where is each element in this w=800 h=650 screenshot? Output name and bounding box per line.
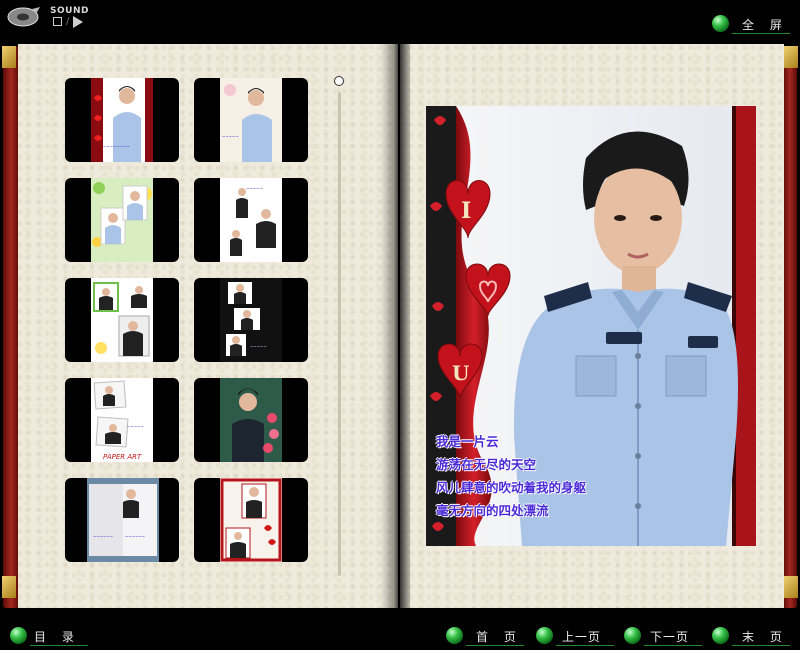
- bottom-navbar: 目 录 首 页 上一页 下一页 末 页: [0, 614, 800, 650]
- thumb-3[interactable]: [65, 178, 179, 262]
- underline: [644, 645, 702, 646]
- poem-line: 毫无方向的四处漂流: [436, 503, 549, 518]
- thumbnail-scroll-track[interactable]: [338, 92, 341, 576]
- fullscreen-label: 全 屏: [742, 18, 788, 32]
- svg-text:~~~~~: ~~~~~: [127, 424, 144, 429]
- svg-text:~~~~~~: ~~~~~~: [93, 534, 113, 539]
- thumbnail-image: ~~~~~: [220, 78, 282, 162]
- contents-button[interactable]: 目 录: [10, 626, 88, 646]
- thumbnail-image: ~~~~~~~~: [91, 78, 153, 162]
- corner-ornament: [2, 46, 16, 68]
- thumb-2[interactable]: ~~~~~: [194, 78, 308, 162]
- svg-text:U: U: [452, 361, 469, 385]
- corner-ornament: [784, 576, 798, 598]
- underline: [556, 645, 614, 646]
- next-page-button[interactable]: 下一页: [624, 626, 702, 646]
- book-cover-left: [3, 46, 19, 608]
- first-page-button[interactable]: 首 页: [446, 626, 524, 646]
- prev-page-button[interactable]: 上一页: [536, 626, 614, 646]
- svg-text:~~~~~: ~~~~~: [246, 186, 263, 191]
- last-page-button[interactable]: 末 页: [712, 626, 790, 646]
- thumb-8[interactable]: [194, 378, 308, 462]
- svg-text:I: I: [461, 198, 471, 224]
- thumbnail-image: [91, 178, 153, 262]
- green-orb-icon: [10, 627, 27, 644]
- thumb-5[interactable]: [65, 278, 179, 362]
- poem-line: 我是一片云: [436, 434, 499, 449]
- poem-text: 我是一片云 游荡在无尽的天空 风儿肆意的吹动着我的身躯 毫无方向的四处漂流: [436, 430, 586, 522]
- prev-page-label: 上一页: [562, 630, 602, 644]
- green-orb-icon: [712, 627, 729, 644]
- poem-line: 风儿肆意的吹动着我的身躯: [436, 480, 587, 495]
- thumbnail-image: [91, 278, 153, 362]
- thumbnail-image: [220, 478, 282, 562]
- thumb-9[interactable]: ~~~~~~ ~~~~~~: [65, 478, 179, 562]
- corner-ornament: [784, 46, 798, 68]
- green-orb-icon: [446, 627, 463, 644]
- thumb-6[interactable]: ~~~~~: [194, 278, 308, 362]
- first-page-label: 首 页: [476, 630, 522, 644]
- svg-text:~~~~~: ~~~~~: [222, 134, 239, 139]
- underline: [732, 645, 790, 646]
- underline: [466, 645, 524, 646]
- thumb-10[interactable]: [194, 478, 308, 562]
- green-orb-icon: [712, 15, 729, 32]
- play-sound-button[interactable]: [73, 16, 83, 28]
- book-gutter: [380, 44, 410, 608]
- thumb-1[interactable]: ~~~~~~~~: [65, 78, 179, 162]
- stop-sound-button[interactable]: [53, 17, 62, 26]
- green-orb-icon: [536, 627, 553, 644]
- fullscreen-button[interactable]: 全 屏: [712, 14, 790, 34]
- top-toolbar: SOUND / 全 屏: [0, 0, 800, 44]
- book-cover-right: [783, 46, 797, 608]
- underline: [30, 645, 88, 646]
- underline: [732, 33, 790, 34]
- music-disc-icon: [7, 7, 40, 27]
- thumb-7[interactable]: ~~~~~ PAPER ART: [65, 378, 179, 462]
- thumbnail-scroll-knob[interactable]: [334, 76, 344, 86]
- thumbnail-image: ~~~~~: [220, 178, 282, 262]
- thumb-caption: PAPER ART: [103, 453, 142, 461]
- sound-label: SOUND: [50, 6, 89, 16]
- contents-label: 目 录: [34, 630, 80, 644]
- green-orb-icon: [624, 627, 641, 644]
- last-page-label: 末 页: [742, 630, 788, 644]
- thumbnail-image: ~~~~~ PAPER ART: [91, 378, 153, 462]
- thumbnail-image: ~~~~~: [220, 278, 282, 362]
- thumbnail-image: ~~~~~~ ~~~~~~: [87, 478, 159, 562]
- thumb-4[interactable]: ~~~~~: [194, 178, 308, 262]
- svg-text:~~~~~~~~: ~~~~~~~~: [103, 144, 130, 149]
- svg-text:~~~~~: ~~~~~: [250, 344, 267, 349]
- corner-ornament: [2, 576, 16, 598]
- next-page-label: 下一页: [650, 630, 690, 644]
- divider: /: [66, 16, 70, 27]
- svg-text:~~~~~~: ~~~~~~: [125, 534, 145, 539]
- poem-line: 游荡在无尽的天空: [436, 457, 537, 472]
- thumbnail-image: [220, 378, 282, 462]
